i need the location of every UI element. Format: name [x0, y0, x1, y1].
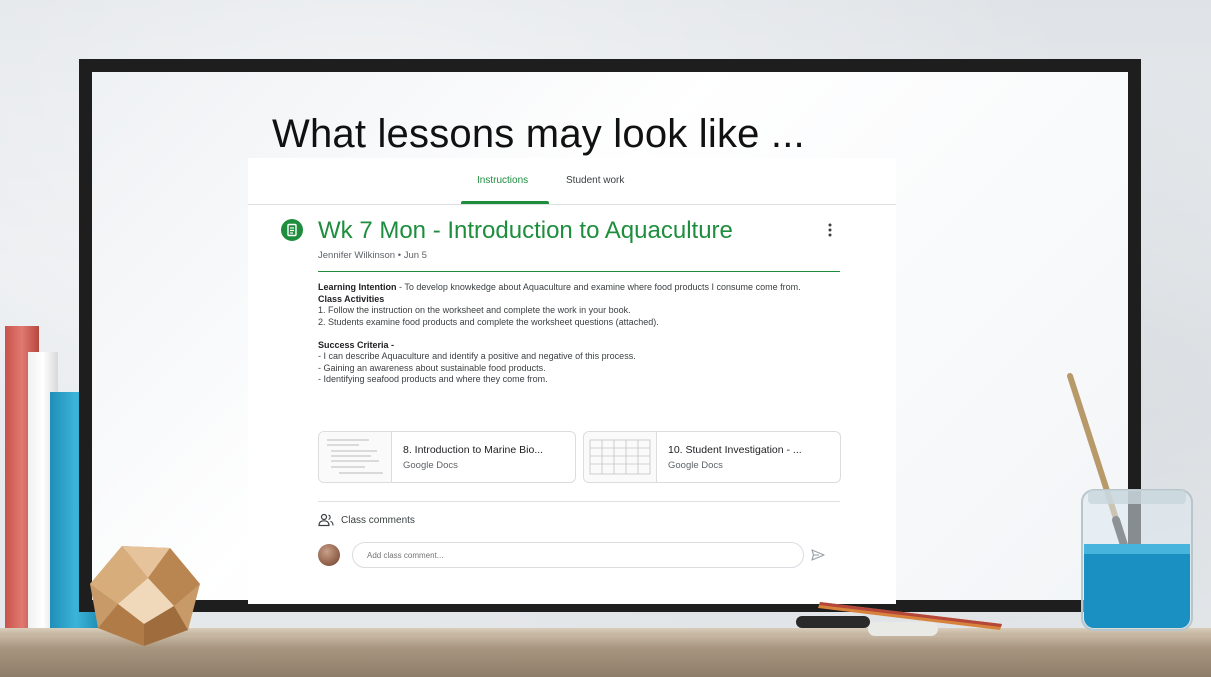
more-vert-icon[interactable] [826, 221, 834, 239]
success-criteria-item: - Identifying seafood products and where… [318, 374, 548, 384]
avatar [318, 544, 340, 566]
paint-jar [1067, 373, 1193, 631]
wooden-icosahedron [90, 546, 200, 646]
document-thumbnail [319, 432, 392, 482]
class-comments-label: Class comments [341, 515, 415, 526]
send-icon[interactable] [810, 547, 826, 563]
assignment-description: Learning Intention - To develop knowkedg… [318, 282, 848, 386]
active-tab-indicator [461, 201, 549, 204]
attachment-title: 10. Student Investigation - ... [668, 444, 802, 456]
learning-intention: Learning Intention - To develop knowkedg… [318, 282, 848, 294]
attachment-card[interactable]: 10. Student Investigation - ... Google D… [583, 431, 841, 483]
tab-student-work[interactable]: Student work [566, 175, 624, 186]
tab-instructions[interactable]: Instructions [477, 175, 528, 186]
slide-title: What lessons may look like ... [272, 112, 805, 156]
learning-intention-label: Learning Intention [318, 282, 397, 292]
success-criteria-item: - I can describe Aquaculture and identif… [318, 351, 636, 361]
attachment-title: 8. Introduction to Marine Bio... [403, 444, 544, 456]
class-comment-input[interactable] [352, 542, 804, 568]
assignment-meta: Jennifer Wilkinson • Jun 5 [318, 250, 427, 261]
activity-item: 1. Follow the instruction on the workshe… [318, 305, 631, 315]
title-divider [318, 271, 840, 272]
attachment-type: Google Docs [668, 460, 723, 471]
success-criteria-heading: Success Criteria - [318, 339, 395, 350]
attachment-card[interactable]: 8. Introduction to Marine Bio... Google … [318, 431, 576, 483]
tab-bar: Instructions Student work [248, 158, 896, 205]
success-criteria-item: - Gaining an awareness about sustainable… [318, 362, 546, 373]
class-activities-heading: Class Activities [318, 293, 385, 304]
activity-item: 2. Students examine food products and co… [318, 316, 659, 327]
people-icon [318, 513, 334, 527]
attachment-type: Google Docs [403, 460, 458, 471]
classroom-assignment-panel: Instructions Student work Wk 7 Mon - Int… [248, 158, 896, 604]
document-thumbnail [584, 432, 657, 482]
assignment-title: Wk 7 Mon - Introduction to Aquaculture [318, 217, 733, 244]
pencil-and-marker [796, 602, 1002, 636]
learning-intention-text: - To develop knowkedge about Aquaculture… [396, 282, 801, 292]
assignment-icon [281, 219, 303, 241]
comments-divider [318, 501, 840, 502]
